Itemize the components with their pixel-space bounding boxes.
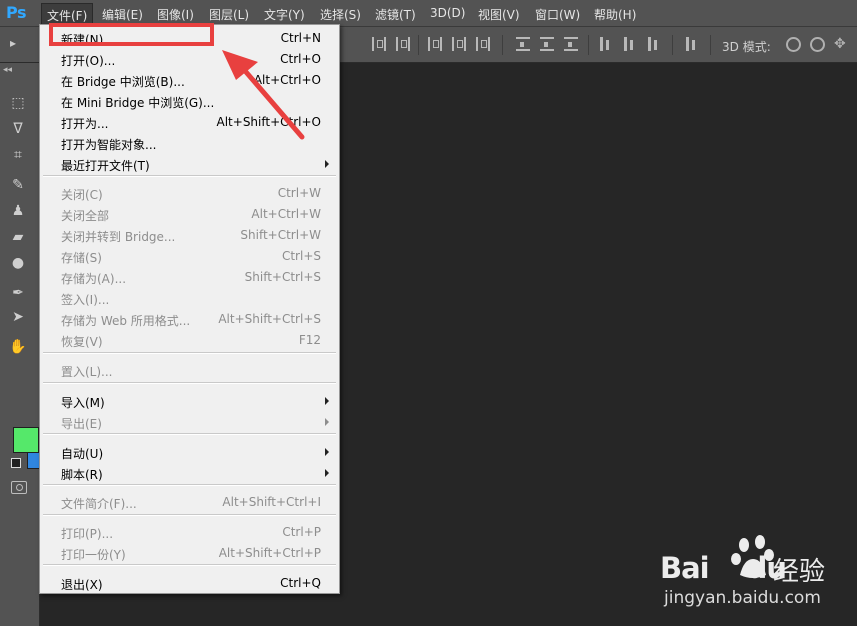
annotation-arrow-icon: [222, 50, 305, 140]
